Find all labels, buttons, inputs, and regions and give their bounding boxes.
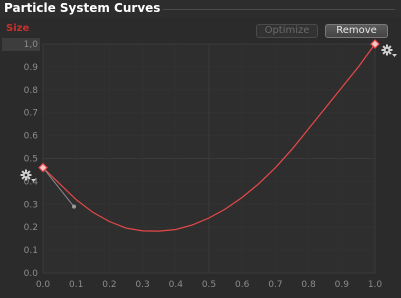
gear-tooth (27, 176, 31, 180)
gear-tooth (27, 170, 31, 174)
dropdown-arrow (392, 54, 397, 57)
tangent-handle[interactable] (72, 204, 76, 209)
y-tick-label: 0.3 (24, 200, 38, 210)
gear-hole (24, 173, 28, 177)
gear-tooth (382, 45, 386, 49)
x-tick-label: 0.5 (202, 280, 216, 290)
gear-tooth (21, 176, 25, 180)
y-tick-label: 0.2 (24, 223, 38, 233)
y-tick-label: 0.8 (24, 86, 39, 96)
x-axis-ticks: 0.0 0.1 0.2 0.3 0.4 0.5 0.6 0.7 0.8 0.9 1.0 (36, 280, 383, 290)
y-tick-label: 0.9 (24, 63, 39, 73)
gear-icon[interactable] (381, 44, 398, 58)
curve-chart[interactable]: 1,0 0.9 0.8 0.7 0.6 0.5 0.4 0.3 0.2 0.1 0.0 0.0 0.1… (0, 0, 401, 298)
y-axis-ticks: 1,00.90.80.70.60.50.40.30.20.10.0 (24, 40, 39, 279)
x-tick-label: 0.4 (169, 280, 184, 290)
x-tick-label: 0.0 (36, 280, 51, 290)
x-tick-label: 0.1 (69, 280, 83, 290)
y-tick-label: 0.5 (24, 155, 38, 165)
gear-hole (385, 48, 389, 52)
gear-tooth (388, 45, 392, 49)
x-tick-label: 0.9 (335, 280, 350, 290)
y-tick-label: 0.0 (24, 269, 39, 279)
x-tick-label: 0.6 (235, 280, 250, 290)
y-tick-label: 1,0 (24, 40, 39, 50)
x-tick-label: 0.3 (135, 280, 149, 290)
gear-tooth (388, 51, 392, 55)
y-tick-label: 0.7 (24, 109, 38, 119)
x-tick-label: 0.7 (268, 280, 282, 290)
gear-tooth (21, 170, 25, 174)
y-tick-label: 0.6 (24, 132, 39, 142)
x-tick-label: 1.0 (368, 280, 383, 290)
y-tick-label: 0.1 (24, 246, 38, 256)
x-tick-label: 0.8 (301, 280, 316, 290)
x-tick-label: 0.2 (102, 280, 116, 290)
gear-tooth (382, 51, 386, 55)
